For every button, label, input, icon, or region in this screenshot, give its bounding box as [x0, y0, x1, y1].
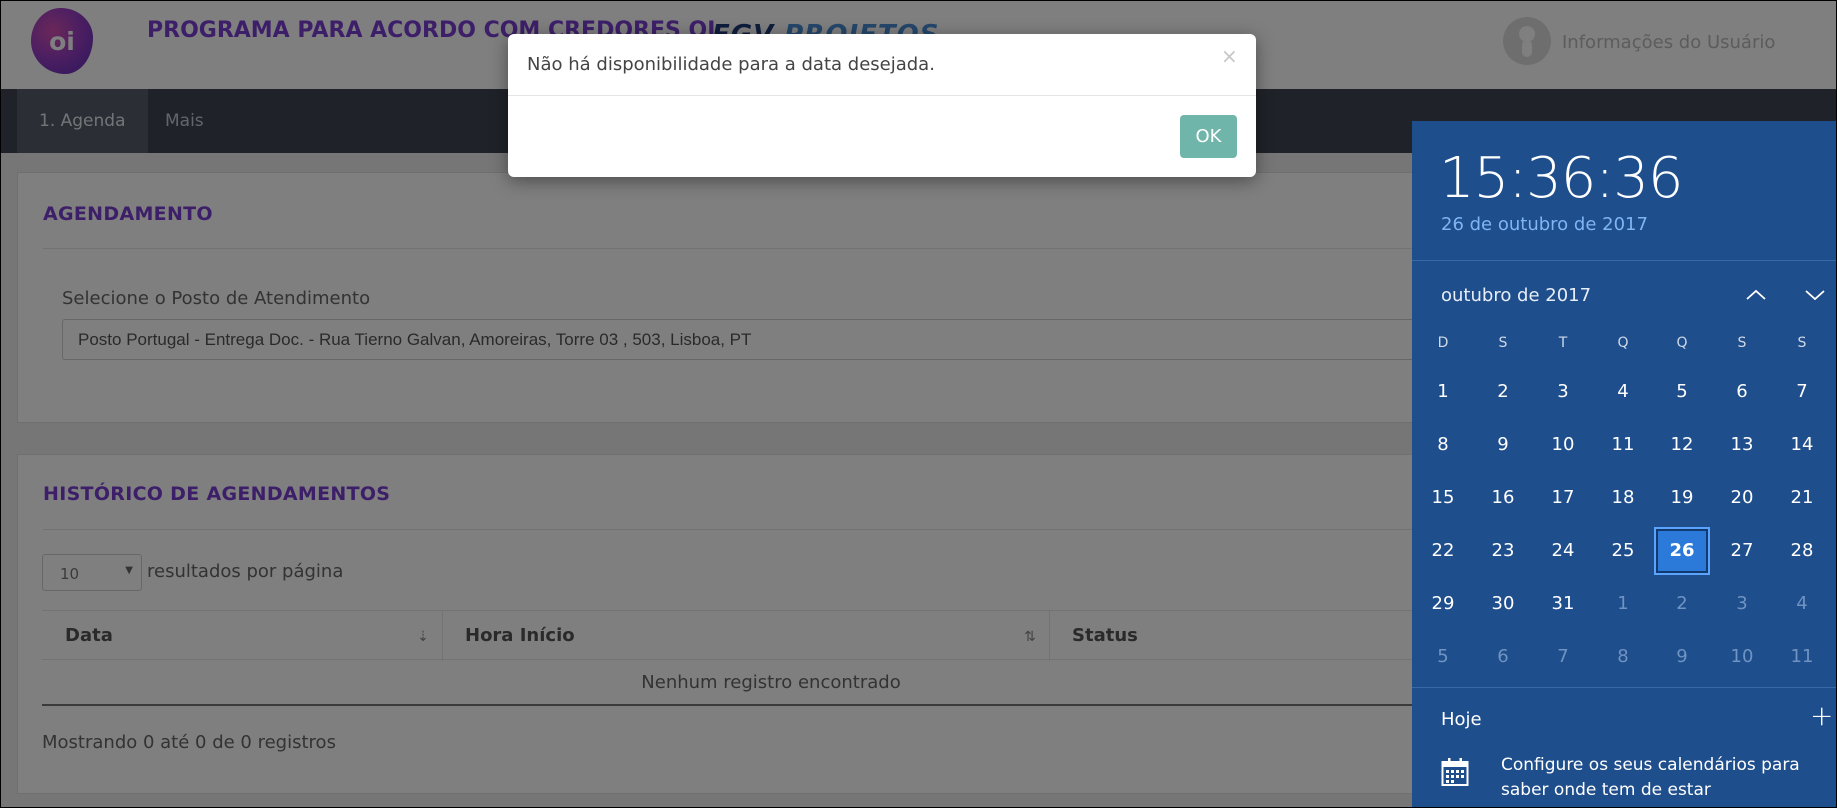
calendar-day[interactable]: 5 — [1423, 635, 1463, 679]
calendar-day[interactable]: 23 — [1483, 529, 1523, 573]
weekday-header: Q — [1676, 335, 1688, 351]
weekday-header: S — [1797, 335, 1807, 351]
calendar-day[interactable]: 30 — [1483, 582, 1523, 626]
month-label[interactable]: outubro de 2017 — [1441, 285, 1591, 306]
calendar-day[interactable]: 24 — [1543, 529, 1583, 573]
calendar-day[interactable]: 25 — [1603, 529, 1643, 573]
calendar-day[interactable]: 28 — [1782, 529, 1822, 573]
weekday-header: T — [1558, 335, 1568, 351]
calendar-flyout: 15:36:36 26 de outubro de 2017 outubro d… — [1412, 121, 1837, 808]
chevron-up-icon[interactable] — [1742, 283, 1770, 307]
weekday-header: S — [1498, 335, 1508, 351]
calendar-day[interactable]: 1 — [1423, 370, 1463, 414]
calendar-day[interactable]: 9 — [1483, 423, 1523, 467]
flyout-divider — [1412, 687, 1837, 688]
calendar-day[interactable]: 29 — [1423, 582, 1463, 626]
calendar-day[interactable]: 13 — [1722, 423, 1762, 467]
calendar-day[interactable]: 15 — [1423, 476, 1463, 520]
modal-divider — [508, 95, 1256, 96]
calendar-day[interactable]: 31 — [1543, 582, 1583, 626]
flyout-divider — [1412, 260, 1837, 261]
calendar-day[interactable]: 12 — [1662, 423, 1702, 467]
calendar-day[interactable]: 6 — [1722, 370, 1762, 414]
calendar-day[interactable]: 16 — [1483, 476, 1523, 520]
calendar-day[interactable]: 5 — [1662, 370, 1702, 414]
agenda-setup-message[interactable]: Configure os seus calendários para saber… — [1501, 753, 1821, 803]
clock-time: 15:36:36 — [1439, 146, 1684, 211]
calendar-day[interactable]: 7 — [1782, 370, 1822, 414]
calendar-day[interactable]: 18 — [1603, 476, 1643, 520]
calendar-day[interactable]: 3 — [1543, 370, 1583, 414]
calendar-day[interactable]: 10 — [1543, 423, 1583, 467]
calendar-icon — [1441, 757, 1469, 787]
calendar-day[interactable]: 1 — [1603, 582, 1643, 626]
alert-dialog: Não há disponibilidade para a data desej… — [508, 34, 1256, 177]
calendar-day[interactable]: 4 — [1603, 370, 1643, 414]
calendar-day-today[interactable]: 26 — [1654, 527, 1710, 575]
calendar-day[interactable]: 19 — [1662, 476, 1702, 520]
weekday-header: D — [1437, 335, 1449, 351]
chevron-down-icon[interactable] — [1801, 283, 1829, 307]
weekday-header: S — [1737, 335, 1747, 351]
calendar-day[interactable]: 21 — [1782, 476, 1822, 520]
calendar-day[interactable]: 11 — [1782, 635, 1822, 679]
calendar-day[interactable]: 20 — [1722, 476, 1762, 520]
weekday-header: Q — [1617, 335, 1629, 351]
calendar-day[interactable]: 6 — [1483, 635, 1523, 679]
ok-button[interactable]: OK — [1180, 115, 1237, 158]
calendar-day[interactable]: 17 — [1543, 476, 1583, 520]
agenda-today-label: Hoje — [1441, 709, 1482, 730]
add-event-plus-icon[interactable]: + — [1810, 702, 1833, 730]
calendar-day[interactable]: 2 — [1483, 370, 1523, 414]
calendar-day[interactable]: 14 — [1782, 423, 1822, 467]
calendar-day[interactable]: 2 — [1662, 582, 1702, 626]
calendar-day[interactable]: 22 — [1423, 529, 1463, 573]
calendar-day[interactable]: 11 — [1603, 423, 1643, 467]
calendar-day[interactable]: 9 — [1662, 635, 1702, 679]
calendar-day[interactable]: 8 — [1423, 423, 1463, 467]
calendar-day[interactable]: 27 — [1722, 529, 1762, 573]
calendar-day[interactable]: 10 — [1722, 635, 1762, 679]
calendar-day[interactable]: 8 — [1603, 635, 1643, 679]
calendar-day[interactable]: 7 — [1543, 635, 1583, 679]
calendar-day[interactable]: 4 — [1782, 582, 1822, 626]
alert-message: Não há disponibilidade para a data desej… — [527, 54, 935, 75]
calendar-day[interactable]: 3 — [1722, 582, 1762, 626]
long-date-link[interactable]: 26 de outubro de 2017 — [1441, 214, 1648, 235]
close-icon[interactable]: × — [1221, 44, 1238, 68]
